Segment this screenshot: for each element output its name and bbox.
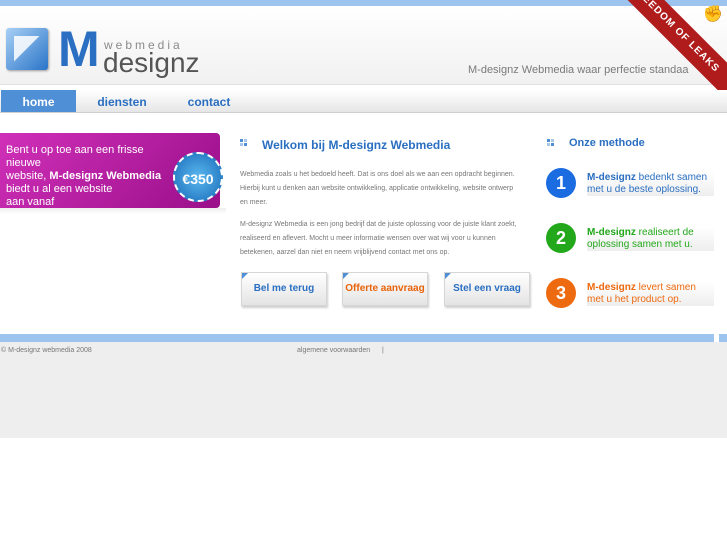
step-brand: M-designz [587,172,636,183]
logo-m: M [58,21,100,77]
promo-text: Bent u op toe aan een frisse nieuwe webs… [6,144,181,209]
callback-label: Bel me terug [253,283,315,294]
fist-icon: ✊ [703,6,723,23]
step-brand: M-designz [587,282,636,293]
price-badge: €350 [173,152,223,202]
step-2-badge: 2 [546,223,576,253]
promo-line4: aan vanaf [6,196,55,208]
nav-diensten[interactable]: diensten [86,90,158,112]
footer-stripe-gap [714,334,719,342]
step-2-text: M-designz realiseert de oplossing samen … [587,227,714,251]
nav-home[interactable]: home [1,90,76,112]
step-1-badge: 1 [546,168,576,198]
quote-label: Offerte aanvraag [345,283,425,294]
about-paragraph: M-designz Webmedia is een jong bedrijf d… [240,221,517,256]
nav-contact[interactable]: contact [176,90,242,112]
logo-designz: designz [103,47,200,78]
footer-stripe [0,334,727,342]
button-corner [343,273,349,279]
footer [0,342,727,438]
squares-icon [240,139,248,149]
promo-line2: website, [6,170,47,182]
method-title: Onze methode [569,137,645,149]
logo-icon[interactable] [6,28,48,70]
intro-paragraph: Webmedia zoals u het bedoeld heeft. Dat … [240,171,515,206]
terms-link[interactable]: algemene voorwaarden [297,347,370,354]
header: M webmedia designz M-designz Webmedia wa… [0,6,727,85]
copyright: © M-designz webmedia 2008 [1,347,92,354]
callback-button[interactable]: Bel me terug [241,272,327,306]
step-1-text: M-designz bedenkt samen met u de beste o… [587,172,714,196]
squares-icon [547,139,555,149]
step-3-text: M-designz levert samen met u het product… [587,282,714,306]
left-shadow [0,208,226,214]
promo-brand: M-designz Webmedia [49,170,162,182]
promo-line1: Bent u op toe aan een frisse nieuwe [6,144,144,169]
footer-separator: | [382,347,384,354]
step-brand: M-designz [587,227,636,238]
ask-label: Stel een vraag [453,283,521,294]
quote-request-button[interactable]: Offerte aanvraag [342,272,428,306]
page-title: Welkom bij M-designz Webmedia [262,138,451,152]
main-nav: home diensten contact [0,90,727,113]
ask-question-button[interactable]: Stel een vraag [444,272,530,306]
button-corner [445,273,451,279]
promo-line3: biedt u al een website [6,183,113,195]
button-corner [242,273,248,279]
tagline: M-designz Webmedia waar perfectie standa… [468,64,689,76]
step-3-badge: 3 [546,278,576,308]
